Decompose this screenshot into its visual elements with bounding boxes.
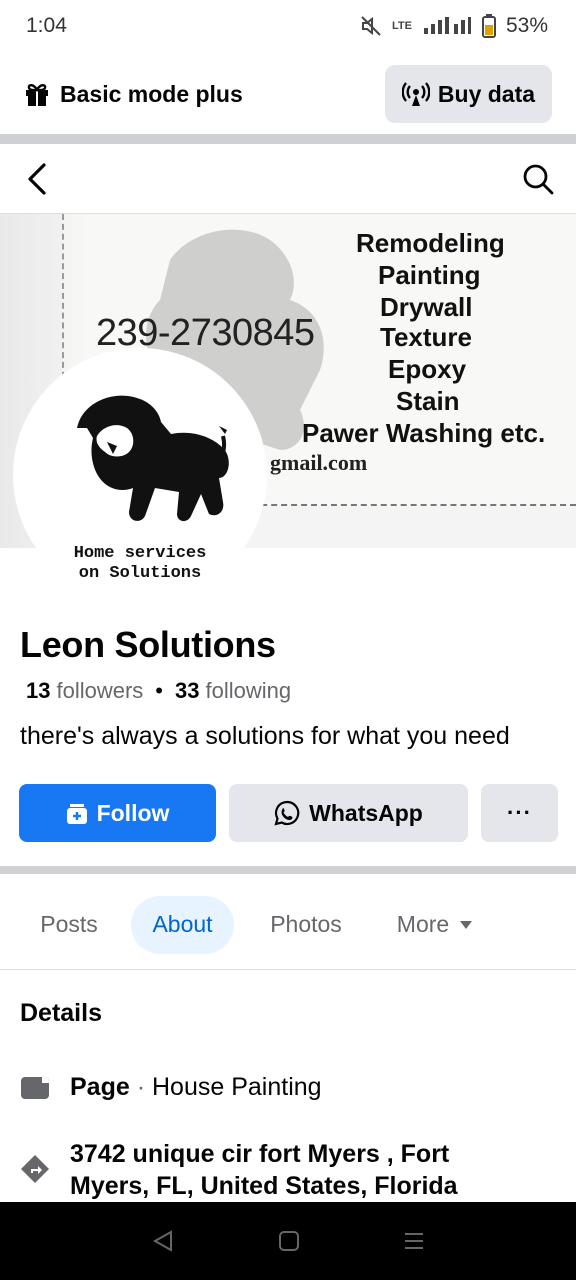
back-arrow-icon[interactable] xyxy=(24,162,52,196)
page-nav-bar xyxy=(0,144,576,214)
profile-tabs: Posts About Photos More xyxy=(0,880,576,970)
following-label: following xyxy=(205,678,292,703)
signal-icon xyxy=(423,17,471,34)
cover-service: Epoxy xyxy=(388,354,467,384)
tab-label: More xyxy=(396,911,450,937)
followers-count: 13 xyxy=(26,678,51,703)
whatsapp-button[interactable]: WhatsApp xyxy=(229,784,468,842)
tab-posts[interactable]: Posts xyxy=(20,896,118,954)
network-type-label: LTE xyxy=(392,20,412,32)
page-category: House Painting xyxy=(152,1073,322,1101)
profile-picture[interactable]: Home services on Solutions xyxy=(13,348,267,602)
battery-percent: 53% xyxy=(505,14,548,37)
basic-mode-indicator[interactable]: Basic mode plus xyxy=(24,81,243,108)
more-options-button[interactable]: ··· xyxy=(481,784,558,842)
avatar-caption: on Solutions xyxy=(78,564,202,583)
divider xyxy=(0,866,576,874)
address-line2: Myers, FL, United States, Florida xyxy=(70,1172,458,1200)
tab-label: About xyxy=(152,911,213,937)
page-label: Page xyxy=(70,1073,130,1101)
following-count: 33 xyxy=(175,678,200,703)
cover-service: Remodeling xyxy=(356,228,505,258)
buy-data-button[interactable]: Buy data xyxy=(385,65,552,123)
follow-page-icon xyxy=(66,804,87,824)
home-square-icon[interactable] xyxy=(278,1230,300,1252)
cover-service: Pawer Washing etc. xyxy=(302,418,546,448)
avatar-caption: Home services xyxy=(73,544,207,563)
page-icon xyxy=(21,1077,49,1099)
tab-photos[interactable]: Photos xyxy=(246,896,366,954)
whatsapp-icon xyxy=(274,800,300,826)
buy-data-label: Buy data xyxy=(437,80,536,107)
more-options-icon: ··· xyxy=(507,800,532,825)
tab-label: Posts xyxy=(40,911,98,937)
address-row[interactable]: 3742 unique cir fort Myers , Fort Myers,… xyxy=(20,1138,458,1202)
divider xyxy=(0,134,576,144)
battery-icon xyxy=(481,14,496,38)
tab-about[interactable]: About xyxy=(131,895,234,954)
bullet-separator: • xyxy=(155,678,163,703)
broadcast-icon xyxy=(401,82,430,106)
search-icon[interactable] xyxy=(522,163,554,195)
page-bio: there's always a solutions for what you … xyxy=(20,722,510,750)
caret-down-icon xyxy=(460,920,473,929)
mute-icon xyxy=(361,16,381,36)
tab-label: Photos xyxy=(270,911,342,937)
cover-service: Drywall xyxy=(380,292,473,322)
directions-icon xyxy=(21,1155,49,1183)
followers-label: followers xyxy=(56,678,144,703)
status-icons: LTE 53% xyxy=(360,14,548,38)
status-bar: 1:04 LTE 53% xyxy=(0,0,576,52)
gift-icon xyxy=(26,84,48,106)
action-buttons: Follow WhatsApp ··· xyxy=(19,784,558,842)
details-heading: Details xyxy=(20,999,102,1027)
cover-service: Painting xyxy=(378,260,481,290)
back-triangle-icon[interactable] xyxy=(151,1229,175,1253)
basic-mode-label: Basic mode plus xyxy=(60,80,243,107)
lion-logo-icon xyxy=(77,395,229,522)
cover-service: Texture xyxy=(380,322,472,352)
follow-button-label: Follow xyxy=(96,799,170,826)
top-bar: Basic mode plus Buy data xyxy=(0,58,576,130)
page-title: Leon Solutions xyxy=(20,624,276,665)
page-separator: · xyxy=(136,1073,146,1101)
page-category-row: Page · House Painting xyxy=(20,1073,322,1102)
cover-service: Stain xyxy=(396,386,460,416)
status-time: 1:04 xyxy=(26,14,67,37)
recents-menu-icon[interactable] xyxy=(403,1231,425,1251)
system-navigation-bar xyxy=(0,1202,576,1280)
follow-button[interactable]: Follow xyxy=(19,784,216,842)
cover-email: gmail.com xyxy=(270,450,368,475)
follow-stats[interactable]: 13 followers • 33 following xyxy=(26,678,291,704)
address-line1: 3742 unique cir fort Myers , Fort xyxy=(70,1140,450,1168)
whatsapp-button-label: WhatsApp xyxy=(309,799,423,826)
tab-more[interactable]: More xyxy=(380,896,490,954)
